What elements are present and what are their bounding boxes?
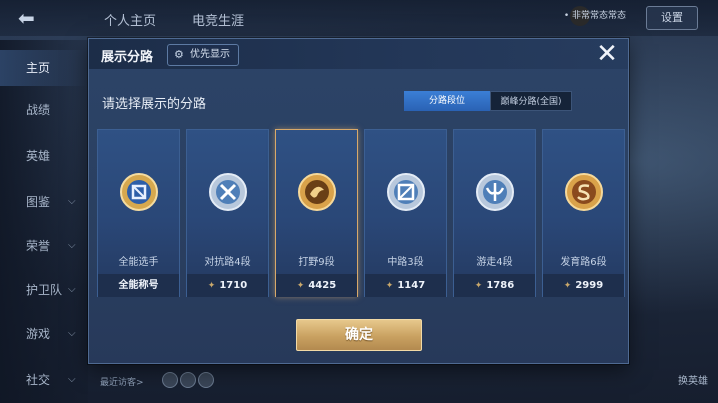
lane-score: 1786 (486, 280, 515, 291)
lane-footer: ✦ 1710 (187, 274, 268, 297)
lane-role: 全能选手 (118, 257, 159, 268)
tab-lane-rank[interactable]: 分路段位 (404, 91, 490, 111)
swap-hero-button[interactable]: 换英雄 (678, 372, 708, 387)
sidebar-item-label: 荣誉 (26, 239, 51, 253)
lane-role: 游走4段 (476, 257, 513, 268)
tab-personal-home[interactable]: 个人主页 (104, 10, 156, 29)
jungle-badge-icon (298, 173, 336, 211)
priority-display-button[interactable]: ⚙ 优先显示 (167, 44, 239, 66)
back-arrow-icon[interactable]: ⬅ (18, 8, 58, 28)
lane-card-farm[interactable]: 发育路6段 ✦ 2999 (542, 129, 625, 297)
sidebar-item-codex[interactable]: 图鉴 ⌵ (0, 184, 88, 220)
visitor-avatar[interactable] (180, 372, 196, 388)
lane-tabs: 分路段位 巅峰分路(全国) (404, 91, 572, 111)
lane-score: 4425 (308, 280, 337, 291)
rank-gem-icon: ✦ (385, 281, 394, 291)
lane-role: 发育路6段 (560, 257, 607, 268)
lane-footer-text: 全能称号 (118, 280, 159, 291)
rank-gem-icon: ✦ (474, 281, 483, 291)
lane-display-dialog: 展示分路 ⚙ 优先显示 ✕ 请选择展示的分路 分路段位 巅峰分路(全国) 全能选… (88, 38, 629, 364)
close-icon[interactable]: ✕ (593, 40, 621, 68)
top-bar: ⬅ 个人主页 电竞生涯 • 非常常态常态 设置 (0, 0, 718, 36)
lane-footer: 全能称号 (98, 274, 179, 297)
sidebar-item-label: 英雄 (26, 149, 51, 163)
lane-card-clash[interactable]: 对抗路4段 ✦ 1710 (186, 129, 269, 297)
lane-score: 1710 (219, 280, 248, 291)
settings-button[interactable]: 设置 (646, 6, 698, 30)
tab-peak-lane[interactable]: 巅峰分路(全国) (490, 91, 572, 111)
sidebar-item-heroes[interactable]: 英雄 (0, 138, 88, 174)
sidebar-item-social[interactable]: 社交 ⌵ (0, 362, 88, 398)
rank-gem-icon: ✦ (563, 281, 572, 291)
sidebar-item-label: 图鉴 (26, 195, 51, 209)
lane-footer: ✦ 1786 (454, 274, 535, 297)
chevron-down-icon: ⌵ (68, 328, 76, 339)
tab-esports-career[interactable]: 电竞生涯 (192, 10, 244, 29)
lane-card-mid[interactable]: 中路3段 ✦ 1147 (364, 129, 447, 297)
sidebar-item-label: 主页 (26, 61, 51, 75)
lane-footer: ✦ 4425 (276, 274, 357, 297)
lane-role: 中路3段 (387, 257, 424, 268)
rank-gem-icon: ✦ (207, 281, 216, 291)
lane-role: 对抗路4段 (204, 257, 251, 268)
dialog-header: 展示分路 ⚙ 优先显示 ✕ (89, 39, 628, 69)
mid-lane-badge-icon (387, 173, 425, 211)
lane-card-all-round[interactable]: 全能选手 全能称号 (97, 129, 180, 297)
lane-footer: ✦ 1147 (365, 274, 446, 297)
sidebar-item-label: 游戏 (26, 327, 51, 341)
rank-gem-icon: ✦ (296, 281, 305, 291)
lane-score: 2999 (575, 280, 604, 291)
notification-text: • 非常常态常态 (563, 11, 626, 21)
all-round-badge-icon (120, 173, 158, 211)
visitor-avatar[interactable] (198, 372, 214, 388)
lane-card-jungle[interactable]: 打野9段 ✦ 4425 (275, 129, 358, 297)
lane-role: 打野9段 (298, 257, 335, 268)
sidebar-item-honor[interactable]: 荣誉 ⌵ (0, 228, 88, 264)
roam-badge-icon (476, 173, 514, 211)
sidebar-item-record[interactable]: 战绩 (0, 92, 88, 128)
visitor-avatar[interactable] (162, 372, 178, 388)
selection-prompt: 请选择展示的分路 (102, 97, 207, 112)
sidebar: 主页 战绩 英雄 图鉴 ⌵ 荣誉 ⌵ 护卫队 ⌵ 游戏 ⌵ 社交 ⌵ (0, 40, 88, 403)
sidebar-item-games[interactable]: 游戏 ⌵ (0, 316, 88, 352)
confirm-button[interactable]: 确定 (296, 319, 422, 351)
chevron-down-icon: ⌵ (68, 196, 76, 207)
lane-card-roam[interactable]: 游走4段 ✦ 1786 (453, 129, 536, 297)
recent-visitors-link[interactable]: 最近访客> (100, 375, 144, 388)
lane-score: 1147 (397, 280, 426, 291)
farm-lane-badge-icon (565, 173, 603, 211)
chevron-down-icon: ⌵ (68, 240, 76, 251)
sidebar-item-guard[interactable]: 护卫队 ⌵ (0, 272, 88, 308)
clash-lane-badge-icon (209, 173, 247, 211)
chevron-down-icon: ⌵ (68, 374, 76, 385)
dialog-title: 展示分路 (101, 50, 154, 65)
priority-label: 优先显示 (190, 49, 230, 60)
sidebar-item-label: 护卫队 (26, 283, 63, 297)
sidebar-item-home[interactable]: 主页 (0, 50, 88, 86)
sidebar-item-label: 社交 (26, 373, 51, 387)
chevron-down-icon: ⌵ (68, 284, 76, 295)
lane-footer: ✦ 2999 (543, 274, 624, 297)
gear-icon: ⚙ (174, 48, 184, 61)
sidebar-item-label: 战绩 (26, 103, 51, 117)
